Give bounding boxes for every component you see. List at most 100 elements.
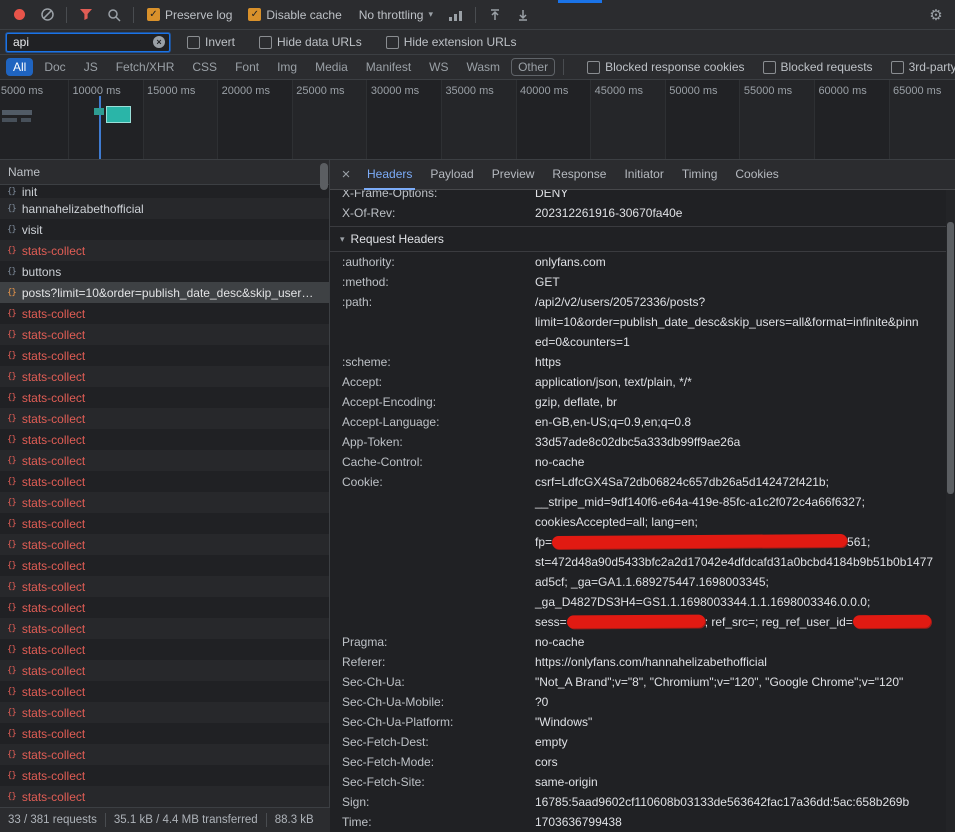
request-name: stats-collect bbox=[22, 643, 85, 657]
details-scrollbar-track[interactable] bbox=[946, 190, 955, 832]
type-filter-css[interactable]: CSS bbox=[185, 58, 224, 76]
request-row-init[interactable]: {}init bbox=[0, 185, 329, 198]
request-row-stats-collect[interactable]: {}stats-collect bbox=[0, 450, 329, 471]
clear-button[interactable] bbox=[34, 3, 60, 27]
request-name: stats-collect bbox=[22, 538, 85, 552]
request-row-stats-collect[interactable]: {}stats-collect bbox=[0, 303, 329, 324]
filter-checkbox-3rd-party-requests[interactable]: 3rd-party requests bbox=[891, 60, 955, 74]
hide-data-urls-checkbox[interactable]: Hide data URLs bbox=[259, 35, 362, 49]
request-row-buttons[interactable]: {}buttons bbox=[0, 261, 329, 282]
type-filter-font[interactable]: Font bbox=[228, 58, 266, 76]
type-filter-fetch-xhr[interactable]: Fetch/XHR bbox=[109, 58, 182, 76]
request-row-stats-collect[interactable]: {}stats-collect bbox=[0, 513, 329, 534]
type-filter-js[interactable]: JS bbox=[77, 58, 105, 76]
request-row-stats-collect[interactable]: {}stats-collect bbox=[0, 471, 329, 492]
request-row-stats-collect[interactable]: {}stats-collect bbox=[0, 387, 329, 408]
timeline-overview[interactable]: 5000 ms10000 ms15000 ms20000 ms25000 ms3… bbox=[0, 80, 955, 160]
checkbox-icon bbox=[587, 61, 600, 74]
record-icon bbox=[14, 9, 25, 20]
invert-checkbox[interactable]: Invert bbox=[187, 35, 235, 49]
request-row-stats-collect[interactable]: {}stats-collect bbox=[0, 366, 329, 387]
header-value-line: "Windows" bbox=[535, 712, 946, 732]
name-column-header[interactable]: Name bbox=[0, 160, 329, 185]
request-row-stats-collect[interactable]: {}stats-collect bbox=[0, 429, 329, 450]
clear-filter-icon[interactable]: × bbox=[153, 36, 165, 48]
json-file-icon: {} bbox=[7, 372, 16, 382]
header-value: gzip, deflate, br bbox=[535, 392, 946, 412]
header-name: Cache-Control: bbox=[342, 452, 532, 472]
checkbox-icon bbox=[763, 61, 776, 74]
request-name: stats-collect bbox=[22, 412, 85, 426]
close-details-button[interactable]: × bbox=[334, 166, 358, 183]
details-scrollbar-thumb[interactable] bbox=[947, 222, 954, 494]
header-name: Sec-Ch-Ua-Mobile: bbox=[342, 692, 532, 712]
request-table-panel: Name {}init{}hannahelizabethofficial{}vi… bbox=[0, 160, 330, 832]
request-row-hannahelizabethofficial[interactable]: {}hannahelizabethofficial bbox=[0, 198, 329, 219]
request-row-stats-collect[interactable]: {}stats-collect bbox=[0, 765, 329, 786]
request-row-stats-collect[interactable]: {}stats-collect bbox=[0, 639, 329, 660]
tab-headers[interactable]: Headers bbox=[358, 160, 421, 190]
tab-response[interactable]: Response bbox=[543, 160, 615, 190]
request-row-stats-collect[interactable]: {}stats-collect bbox=[0, 324, 329, 345]
tab-preview[interactable]: Preview bbox=[483, 160, 544, 190]
type-filter-other[interactable]: Other bbox=[511, 58, 555, 76]
request-name: stats-collect bbox=[22, 433, 85, 447]
request-row-stats-collect[interactable]: {}stats-collect bbox=[0, 681, 329, 702]
request-row-stats-collect[interactable]: {}stats-collect bbox=[0, 345, 329, 366]
request-row-stats-collect[interactable]: {}stats-collect bbox=[0, 744, 329, 765]
tab-payload[interactable]: Payload bbox=[421, 160, 482, 190]
throttling-dropdown[interactable]: No throttling ▾ bbox=[359, 8, 433, 22]
tab-initiator[interactable]: Initiator bbox=[615, 160, 672, 190]
request-row-stats-collect[interactable]: {}stats-collect bbox=[0, 786, 329, 807]
type-filter-all[interactable]: All bbox=[6, 58, 33, 76]
network-conditions-button[interactable] bbox=[443, 3, 469, 27]
record-button[interactable] bbox=[6, 3, 32, 27]
tab-cookies[interactable]: Cookies bbox=[726, 160, 787, 190]
filter-input[interactable]: api × bbox=[6, 33, 170, 52]
collapse-triangle-icon: ▾ bbox=[340, 234, 345, 245]
import-har-button[interactable] bbox=[482, 3, 508, 27]
request-row-stats-collect[interactable]: {}stats-collect bbox=[0, 597, 329, 618]
search-icon bbox=[107, 8, 121, 22]
timeline-tick-label: 55000 ms bbox=[744, 85, 792, 97]
request-row-stats-collect[interactable]: {}stats-collect bbox=[0, 408, 329, 429]
request-headers-section-header[interactable]: ▾ Request Headers bbox=[330, 226, 946, 252]
type-filter-media[interactable]: Media bbox=[308, 58, 355, 76]
json-file-icon: {} bbox=[7, 330, 16, 340]
request-row-stats-collect[interactable]: {}stats-collect bbox=[0, 702, 329, 723]
request-row-stats-collect[interactable]: {}stats-collect bbox=[0, 534, 329, 555]
type-filter-doc[interactable]: Doc bbox=[37, 58, 72, 76]
type-filter-img[interactable]: Img bbox=[270, 58, 304, 76]
request-row-stats-collect[interactable]: {}stats-collect bbox=[0, 555, 329, 576]
type-filter-manifest[interactable]: Manifest bbox=[359, 58, 418, 76]
request-row-stats-collect[interactable]: {}stats-collect bbox=[0, 723, 329, 744]
hide-extension-urls-checkbox[interactable]: Hide extension URLs bbox=[386, 35, 517, 49]
section-title: Request Headers bbox=[351, 232, 444, 246]
type-filter-wasm[interactable]: Wasm bbox=[460, 58, 508, 76]
request-name: stats-collect bbox=[22, 496, 85, 510]
request-row-stats-collect[interactable]: {}stats-collect bbox=[0, 492, 329, 513]
request-row-stats-collect[interactable]: {}stats-collect bbox=[0, 618, 329, 639]
search-button[interactable] bbox=[101, 3, 127, 27]
header-text: sess= bbox=[535, 615, 567, 629]
preserve-log-checkbox[interactable]: Preserve log bbox=[147, 8, 232, 22]
header-value: 202312261916-30670fa40e bbox=[535, 203, 946, 223]
filter-checkbox-blocked-response-cookies[interactable]: Blocked response cookies bbox=[587, 60, 744, 74]
request-list-scrollbar[interactable] bbox=[320, 163, 328, 190]
disable-cache-checkbox[interactable]: Disable cache bbox=[248, 8, 341, 22]
request-row-visit[interactable]: {}visit bbox=[0, 219, 329, 240]
request-row-stats-collect[interactable]: {}stats-collect bbox=[0, 576, 329, 597]
settings-button[interactable]: ⚙ bbox=[923, 3, 949, 27]
type-filter-ws[interactable]: WS bbox=[422, 58, 455, 76]
request-row-stats-collect[interactable]: {}stats-collect bbox=[0, 240, 329, 261]
request-row-stats-collect[interactable]: {}stats-collect bbox=[0, 660, 329, 681]
header-text: empty bbox=[535, 735, 568, 749]
filter-toggle-button[interactable] bbox=[73, 3, 99, 27]
request-row-posts-limit-10-order-publish-date-desc-s[interactable]: {}posts?limit=10&order=publish_date_desc… bbox=[0, 282, 329, 303]
header-name: Pragma: bbox=[342, 632, 532, 652]
filter-checkbox-blocked-requests[interactable]: Blocked requests bbox=[763, 60, 873, 74]
header-value-line: GET bbox=[535, 272, 946, 292]
network-filter-bar: api × Invert Hide data URLs Hide extensi… bbox=[0, 30, 955, 55]
export-har-button[interactable] bbox=[510, 3, 536, 27]
tab-timing[interactable]: Timing bbox=[673, 160, 727, 190]
